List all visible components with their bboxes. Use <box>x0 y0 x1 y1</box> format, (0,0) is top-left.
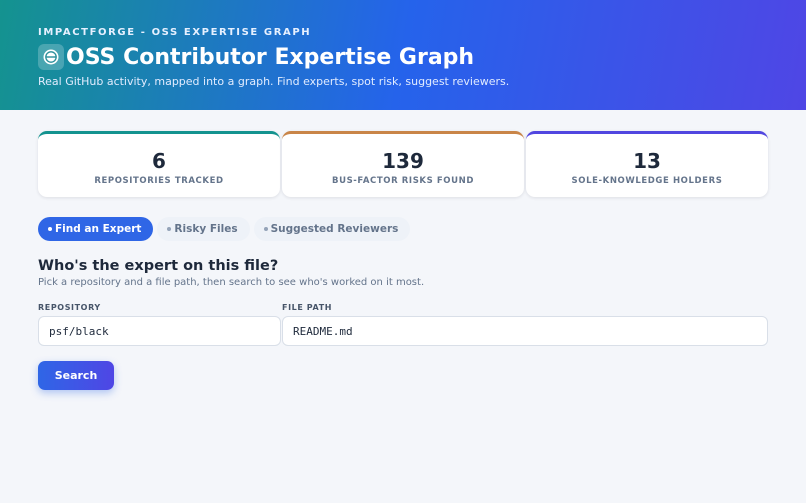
dot-icon <box>167 227 172 231</box>
tab-label: Find an Expert <box>55 223 142 235</box>
dot-icon <box>48 227 52 231</box>
repository-label: REPOSITORY <box>38 303 101 312</box>
stat-value: 13 <box>633 149 661 173</box>
tab-find-expert[interactable]: Find an Expert <box>38 217 154 241</box>
search-button[interactable]: Search <box>38 361 114 390</box>
eyebrow-text: IMPACTFORGE - OSS EXPERTISE GRAPH <box>38 27 312 38</box>
globe-icon <box>38 44 64 70</box>
section-description: Pick a repository and a file path, then … <box>38 277 425 288</box>
stat-card-sole-knowledge: 13 SOLE-KNOWLEDGE HOLDERS <box>526 131 768 197</box>
stat-card-repositories: 6 REPOSITORIES TRACKED <box>38 131 280 197</box>
file-path-input[interactable] <box>282 316 768 346</box>
tab-risky-files[interactable]: Risky Files <box>157 217 250 241</box>
page-subtitle: Real GitHub activity, mapped into a grap… <box>38 75 510 88</box>
tab-bar: Find an Expert Risky Files Suggested Rev… <box>38 217 411 241</box>
dot-icon <box>263 227 268 231</box>
stats-row: 6 REPOSITORIES TRACKED 139 BUS-FACTOR RI… <box>38 131 768 197</box>
section-title: Who's the expert on this file? <box>38 258 279 274</box>
page-title: OSS Contributor Expertise Graph <box>66 44 475 70</box>
stat-label: BUS-FACTOR RISKS FOUND <box>331 176 474 186</box>
tab-label: Suggested Reviewers <box>270 223 399 235</box>
stat-label: SOLE-KNOWLEDGE HOLDERS <box>571 176 723 186</box>
repository-input[interactable] <box>38 316 281 346</box>
hero-header: IMPACTFORGE - OSS EXPERTISE GRAPH OSS Co… <box>0 0 806 110</box>
stat-value: 139 <box>382 149 424 173</box>
stat-value: 6 <box>152 149 166 173</box>
stat-card-bus-factor: 139 BUS-FACTOR RISKS FOUND <box>282 131 524 197</box>
stat-label: REPOSITORIES TRACKED <box>94 176 224 186</box>
file-path-label: FILE PATH <box>282 303 333 312</box>
tab-suggested-reviewers[interactable]: Suggested Reviewers <box>253 217 411 241</box>
title-row: OSS Contributor Expertise Graph <box>38 43 474 71</box>
tab-label: Risky Files <box>174 223 238 235</box>
